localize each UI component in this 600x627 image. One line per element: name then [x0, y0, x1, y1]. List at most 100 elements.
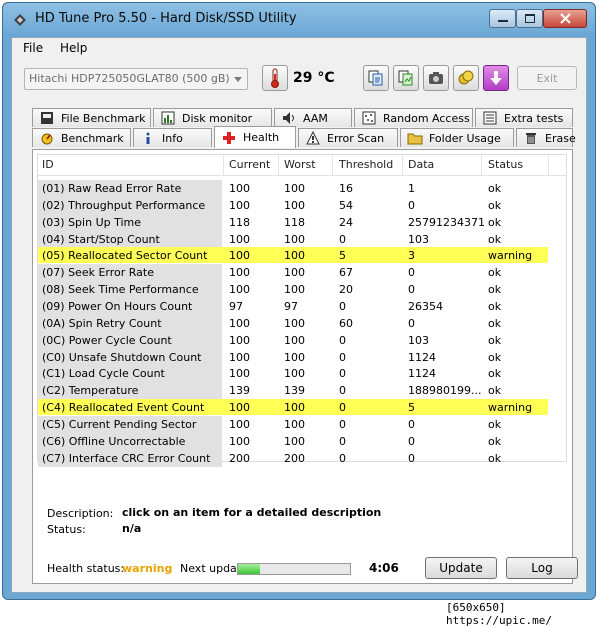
table-row[interactable]: (02) Throughput Performance 100 100 54 0 ok — [38, 196, 566, 214]
cell-id: (09) Power On Hours Count — [42, 299, 193, 313]
description-label: Description: — [47, 507, 114, 520]
cell-data: 188980199... — [408, 384, 482, 398]
tab-health[interactable]: Health — [214, 126, 296, 148]
column-header-status[interactable]: Status — [488, 158, 523, 171]
cell-threshold: 67 — [339, 266, 353, 280]
close-icon — [559, 13, 571, 24]
update-progress-bar — [237, 563, 351, 575]
drive-select[interactable]: Hitachi HDP725050GLAT80 (500 gB) — [24, 68, 248, 90]
tab-label: Folder Usage — [429, 131, 501, 145]
window-title: HD Tune Pro 5.50 - Hard Disk/SSD Utility — [35, 11, 297, 26]
cell-id: (C5) Current Pending Sector — [42, 417, 197, 431]
table-row[interactable]: (C6) Offline Uncorrectable 100 100 0 0 ok — [38, 432, 566, 450]
cell-threshold: 0 — [339, 401, 346, 415]
cell-id: (C4) Reallocated Event Count — [42, 401, 205, 415]
column-header-worst[interactable]: Worst — [284, 158, 316, 171]
close-button[interactable] — [543, 9, 587, 28]
tab-erase[interactable]: Erase — [516, 128, 576, 147]
exit-button[interactable]: Exit — [517, 66, 577, 90]
app-logo-icon — [14, 14, 26, 26]
table-row[interactable]: (03) Spin Up Time 118 118 24 25791234371 ok — [38, 213, 566, 231]
cell-status: warning — [488, 249, 533, 263]
cell-status: ok — [488, 182, 502, 195]
cell-threshold: 0 — [339, 417, 346, 431]
tab-benchmark[interactable]: Benchmark — [32, 128, 131, 147]
column-header-threshold[interactable]: Threshold — [339, 158, 393, 171]
minimize-button[interactable] — [489, 9, 516, 28]
column-divider — [402, 155, 403, 175]
table-row[interactable]: (01) Raw Read Error Rate 100 100 16 1 ok — [38, 180, 566, 197]
menu-help[interactable]: Help — [60, 41, 87, 55]
tab-error-scan[interactable]: Error Scan — [298, 128, 398, 147]
cell-threshold: 0 — [339, 434, 346, 448]
tab-aam[interactable]: AAM — [274, 108, 352, 127]
cell-status: ok — [488, 434, 502, 448]
tab-label: Error Scan — [327, 131, 385, 145]
table-row[interactable]: (05) Reallocated Sector Count 100 100 5 3 war… — [38, 247, 566, 264]
cell-status: ok — [488, 266, 502, 280]
cell-worst: 100 — [284, 232, 305, 246]
table-row[interactable]: (0C) Power Cycle Count 100 100 0 103 ok — [38, 331, 566, 349]
copy-text-icon — [368, 70, 383, 86]
table-row[interactable]: (C0) Unsafe Shutdown Count 100 100 0 1124 ok — [38, 348, 566, 366]
tab-random-access[interactable]: Random Access — [354, 108, 473, 127]
status-value: n/a — [122, 522, 142, 535]
table-row[interactable]: (C5) Current Pending Sector 100 100 0 0 ok — [38, 415, 566, 433]
speaker-icon — [281, 110, 297, 126]
column-header-id[interactable]: ID — [42, 158, 54, 171]
copy-text-button[interactable] — [363, 65, 389, 91]
column-header-current[interactable]: Current — [229, 158, 270, 171]
table-row[interactable]: (C2) Temperature 139 139 0 188980199... ok — [38, 382, 566, 400]
tab-disk-monitor[interactable]: Disk monitor — [153, 108, 272, 127]
cell-data: 0 — [408, 434, 415, 448]
cell-worst: 139 — [284, 384, 305, 398]
table-row[interactable]: (0A) Spin Retry Count 100 100 60 0 ok — [38, 314, 566, 332]
cell-worst: 100 — [284, 249, 305, 263]
cell-current: 118 — [229, 215, 250, 229]
save-button[interactable] — [483, 65, 509, 91]
tab-label: File Benchmark — [61, 111, 146, 125]
update-button[interactable]: Update — [425, 557, 497, 579]
options-button[interactable] — [453, 65, 479, 91]
tab-label: Extra tests — [504, 111, 564, 125]
cell-current: 100 — [229, 249, 250, 263]
tab-file-benchmark[interactable]: File Benchmark — [32, 108, 151, 127]
menu-file[interactable]: File — [23, 41, 43, 55]
table-row[interactable]: (04) Start/Stop Count 100 100 0 103 ok — [38, 230, 566, 248]
cell-data: 1124 — [408, 367, 436, 381]
cell-threshold: 20 — [339, 283, 353, 297]
table-row[interactable]: (C4) Reallocated Event Count 100 100 0 5 warn… — [38, 399, 566, 416]
status-label: Status: — [47, 523, 86, 536]
minimize-icon — [497, 19, 508, 22]
column-header-data[interactable]: Data — [408, 158, 434, 171]
tab-label: Health — [243, 131, 280, 144]
cell-data: 1124 — [408, 350, 436, 364]
checklist-icon — [482, 110, 498, 126]
tab-label: Info — [162, 131, 183, 145]
temperature-button[interactable] — [262, 65, 288, 91]
table-header: ID Current Worst Threshold Data Status — [38, 155, 566, 176]
table-row[interactable]: (08) Seek Time Performance 100 100 20 0 ok — [38, 281, 566, 299]
footer-bar: Health status: warning Next update: 4:06… — [37, 554, 578, 584]
table-row[interactable]: (C7) Interface CRC Error Count 200 200 0 0 ok — [38, 449, 566, 467]
coins-icon — [458, 70, 474, 85]
log-button[interactable]: Log — [506, 557, 578, 579]
screenshot-button[interactable] — [423, 65, 449, 91]
cell-worst: 100 — [284, 283, 305, 297]
cell-id: (0C) Power Cycle Count — [42, 333, 172, 347]
smart-table[interactable]: ID Current Worst Threshold Data Status (… — [37, 154, 567, 467]
table-row[interactable]: (09) Power On Hours Count 97 97 0 26354 ok — [38, 297, 566, 315]
title-bar[interactable]: HD Tune Pro 5.50 - Hard Disk/SSD Utility — [3, 3, 595, 37]
tab-extra-tests[interactable]: Extra tests — [475, 108, 573, 127]
maximize-button[interactable] — [516, 9, 543, 28]
health-cross-icon — [221, 130, 237, 146]
tab-info[interactable]: Info — [133, 128, 212, 147]
table-row[interactable]: (07) Seek Error Rate 100 100 67 0 ok — [38, 264, 566, 282]
cell-data: 26354 — [408, 299, 443, 313]
table-row[interactable]: (C1) Load Cycle Count 100 100 0 1124 ok — [38, 365, 566, 383]
cell-current: 100 — [229, 401, 250, 415]
copy-screenshot-button[interactable] — [393, 65, 419, 91]
tab-label: Benchmark — [61, 131, 124, 145]
tab-folder-usage[interactable]: Folder Usage — [400, 128, 514, 147]
cell-worst: 100 — [284, 350, 305, 364]
